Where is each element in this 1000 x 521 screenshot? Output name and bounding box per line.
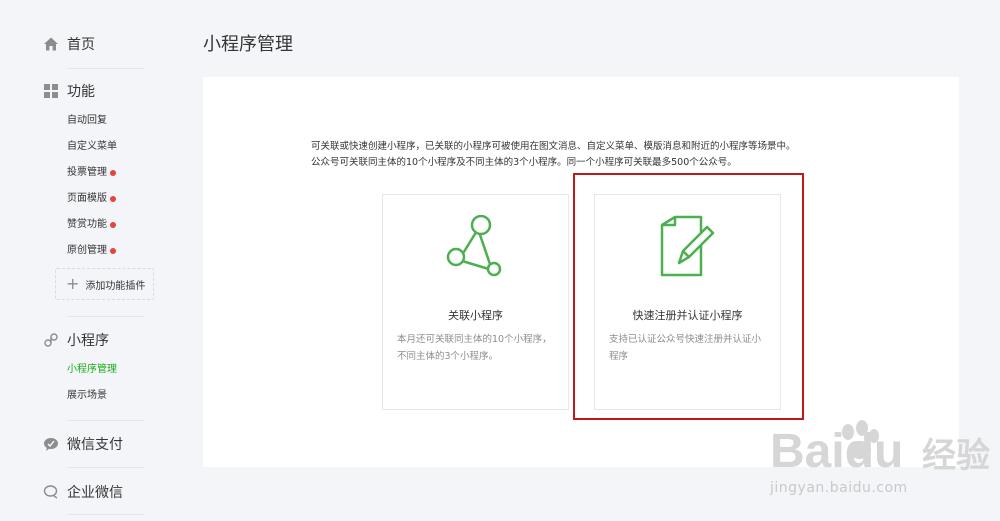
- sidebar-item-auto-reply[interactable]: 自动回复: [67, 113, 107, 129]
- divider: [67, 420, 144, 421]
- chat-bubble-icon: [43, 436, 59, 452]
- new-badge-dot: [110, 170, 116, 176]
- sidebar-item-vote[interactable]: 投票管理: [67, 165, 116, 181]
- watermark-brand-cn: 经验: [922, 436, 990, 476]
- description-line: 公众号可关联同主体的10个小程序及不同主体的3个小程序。同一个小程序可关联最多5…: [311, 157, 737, 168]
- add-plugin-label: 添加功能插件: [85, 280, 146, 292]
- nav-home-label: 首页: [67, 37, 95, 53]
- card-description: 本月还可关联同主体的10个小程序，不同主体的3个小程序。: [397, 334, 552, 362]
- quick-register-card[interactable]: 快速注册并认证小程序 支持已认证公众号快速注册并认证小程序: [594, 194, 781, 410]
- divider: [67, 514, 144, 515]
- sidebar-item-page-template[interactable]: 页面模版: [67, 191, 116, 207]
- sidebar-item-custom-menu[interactable]: 自定义菜单: [67, 139, 117, 155]
- card-title: 快速注册并认证小程序: [632, 309, 743, 322]
- nav-features-label: 功能: [67, 84, 95, 100]
- plus-icon: +: [66, 274, 80, 293]
- card-title: 关联小程序: [448, 309, 503, 322]
- new-badge-dot: [110, 248, 116, 254]
- sidebar: 首页 功能 自动回复 自定义菜单 投票管理 页面模版 赞赏功能 原创管理 + 添…: [0, 0, 160, 521]
- sidebar-item-label: 投票管理: [67, 167, 107, 178]
- new-badge-dot: [110, 222, 116, 228]
- sidebar-item-label: 原创管理: [67, 245, 107, 256]
- baidu-watermark-logo: Baidu 经验: [770, 412, 1000, 521]
- content-panel: [203, 77, 959, 467]
- nav-miniprogram-label: 小程序: [67, 333, 109, 349]
- nav-features[interactable]: 功能: [43, 80, 95, 102]
- card-description: 支持已认证公众号快速注册并认证小程序: [609, 334, 762, 362]
- sidebar-item-label: 自动回复: [67, 115, 107, 126]
- enterprise-chat-icon: [43, 484, 59, 500]
- nav-miniprogram[interactable]: 小程序: [43, 329, 109, 351]
- watermark-url: jingyan.baidu.com: [770, 480, 908, 496]
- nav-enterprise-wechat[interactable]: 企业微信: [43, 481, 123, 503]
- divider: [67, 467, 144, 468]
- sidebar-item-label: 赞赏功能: [67, 219, 107, 230]
- sidebar-item-reward[interactable]: 赞赏功能: [67, 217, 116, 233]
- sidebar-item-display-scene[interactable]: 展示场景: [67, 388, 107, 404]
- sidebar-item-original[interactable]: 原创管理: [67, 243, 116, 259]
- nav-home[interactable]: 首页: [43, 33, 95, 55]
- divider: [67, 68, 144, 69]
- sidebar-item-miniprogram-manage[interactable]: 小程序管理: [67, 362, 117, 378]
- divider: [67, 316, 144, 317]
- nav-enterprise-wechat-label: 企业微信: [67, 485, 123, 501]
- sidebar-item-label: 小程序管理: [67, 364, 117, 375]
- miniprogram-icon: [43, 332, 59, 348]
- page-title: 小程序管理: [203, 34, 293, 55]
- document-pen-icon: [657, 215, 717, 283]
- watermark-brand: Baidu: [770, 425, 903, 478]
- description-line: 可关联或快速创建小程序，已关联的小程序可被使用在图文消息、自定义菜单、模版消息和…: [311, 141, 796, 152]
- sidebar-item-label: 自定义菜单: [67, 141, 117, 152]
- home-icon: [43, 36, 59, 52]
- nav-wechat-pay-label: 微信支付: [67, 437, 123, 453]
- nav-wechat-pay[interactable]: 微信支付: [43, 433, 123, 455]
- share-nodes-icon: [442, 214, 508, 283]
- new-badge-dot: [110, 196, 116, 202]
- add-plugin-button[interactable]: + 添加功能插件: [55, 268, 154, 300]
- sidebar-item-label: 展示场景: [67, 390, 107, 401]
- sidebar-item-label: 页面模版: [67, 193, 107, 204]
- grid-icon: [43, 83, 59, 99]
- link-miniprogram-card[interactable]: 关联小程序 本月还可关联同主体的10个小程序，不同主体的3个小程序。: [382, 194, 569, 410]
